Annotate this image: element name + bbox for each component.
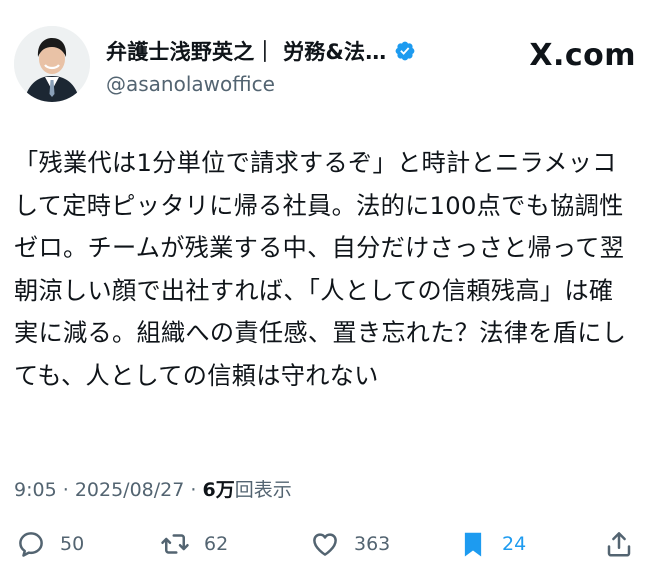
share-button[interactable] xyxy=(604,524,634,564)
reply-count: 50 xyxy=(60,533,85,555)
bookmark-count: 24 xyxy=(502,533,527,555)
bookmark-button[interactable]: 24 xyxy=(458,524,526,564)
like-button[interactable]: 363 xyxy=(310,524,390,564)
meta-separator: · xyxy=(62,479,69,501)
avatar[interactable] xyxy=(14,26,90,102)
tweet-meta: 9:05 · 2025/08/27 · 6万回表示 xyxy=(14,475,292,502)
tweet-date[interactable]: 2025/08/27 xyxy=(75,479,185,501)
tweet-text: 「残業代は1分単位で請求するぞ」と時計とニラメッコして定時ピッタリに帰る社員。法… xyxy=(14,149,627,390)
avatar-image xyxy=(14,26,90,102)
author-name-row: 弁護士浅野英之｜ 労務&法… xyxy=(106,36,416,66)
share-icon xyxy=(607,532,631,557)
repost-button[interactable]: 62 xyxy=(160,524,228,564)
author-display-name[interactable]: 弁護士浅野英之｜ 労務&法… xyxy=(106,36,386,66)
reply-icon xyxy=(19,532,43,557)
views-label: 回表示 xyxy=(234,479,292,501)
site-label: X.com xyxy=(529,38,636,73)
views-count: 6万 xyxy=(202,479,235,501)
bookmark-icon xyxy=(464,532,482,557)
repost-count: 62 xyxy=(204,533,229,555)
action-bar: 50 62 363 24 xyxy=(14,524,636,564)
tweet-time[interactable]: 9:05 xyxy=(14,479,57,501)
repost-icon xyxy=(161,534,189,554)
tweet-header: 弁護士浅野英之｜ 労務&法… @asanolawoffice X.com xyxy=(14,26,636,106)
verified-badge-icon xyxy=(394,40,416,62)
tweet-card: 弁護士浅野英之｜ 労務&法… @asanolawoffice X.com 「残業… xyxy=(0,0,650,578)
meta-separator: · xyxy=(190,479,197,501)
like-count: 363 xyxy=(354,533,391,555)
reply-button[interactable]: 50 xyxy=(16,524,84,564)
like-icon xyxy=(313,533,337,556)
author-handle[interactable]: @asanolawoffice xyxy=(106,72,275,96)
